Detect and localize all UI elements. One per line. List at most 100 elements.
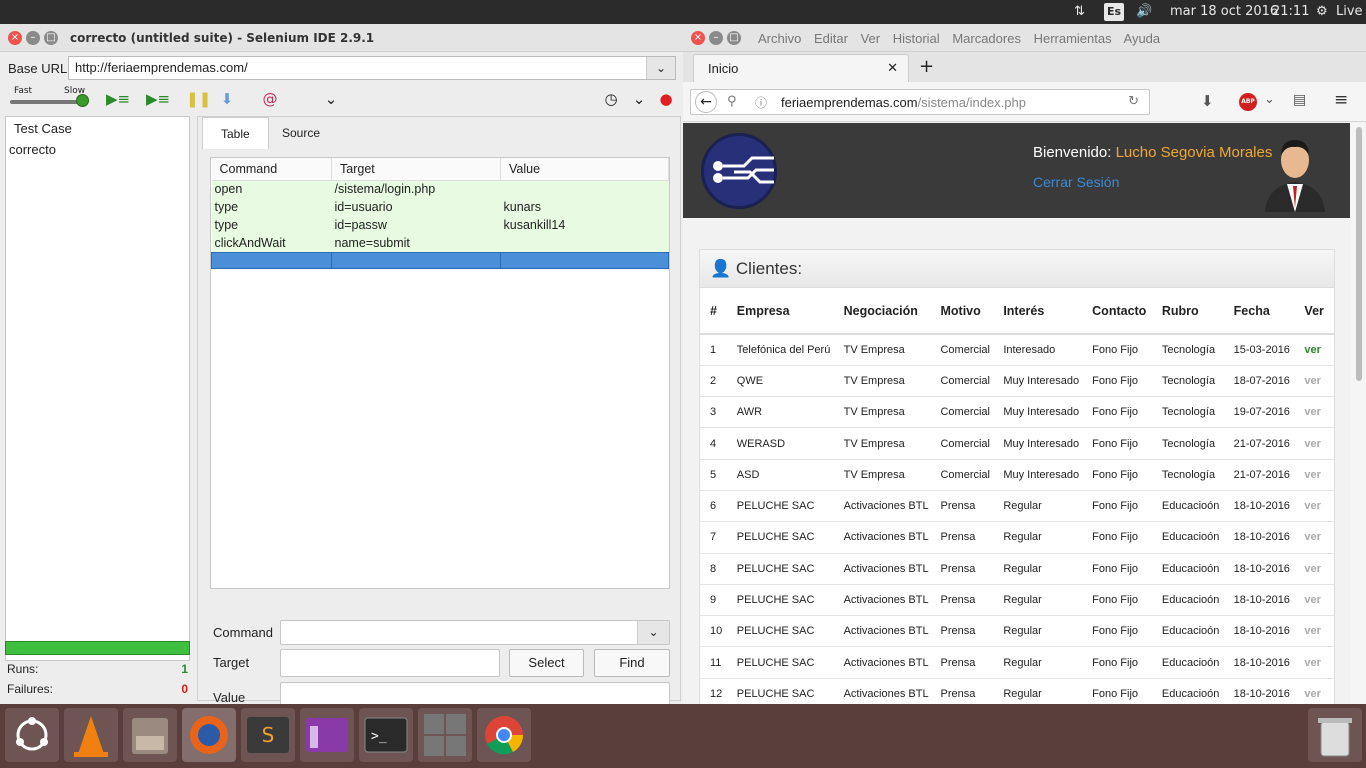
purple-window-icon (306, 718, 348, 752)
files-icon[interactable] (123, 708, 177, 762)
menu-historial[interactable]: Historial (893, 31, 940, 46)
firefox-icon[interactable] (182, 708, 236, 762)
select-button[interactable]: Select (509, 649, 584, 677)
value-input[interactable] (280, 682, 670, 704)
row-number: 5 (700, 458, 727, 491)
column-header: Fecha (1223, 288, 1295, 335)
panel-header: 👤 Clientes: (700, 250, 1334, 288)
ver-link[interactable]: ver (1294, 552, 1334, 585)
time-label[interactable]: 21:11 (1272, 3, 1309, 21)
scrollbar[interactable] (1352, 123, 1366, 704)
svg-text:>_: >_ (371, 729, 387, 744)
menu-ver[interactable]: Ver (861, 31, 881, 46)
play-test-icon[interactable]: ▶≡ (146, 90, 170, 108)
session-label[interactable]: Live (1336, 3, 1363, 21)
chevron-down-icon[interactable]: ⌄ (630, 90, 648, 108)
pause-icon[interactable]: ❚❚ (186, 90, 211, 108)
close-icon[interactable]: × (691, 31, 705, 45)
empresa-cell: PELUCHE SAC (726, 677, 834, 704)
network-icon[interactable]: ⇅ (1074, 3, 1085, 21)
menu-archivo[interactable]: Archivo (758, 31, 801, 46)
tab-source[interactable]: Source (264, 117, 338, 149)
test-case-item[interactable]: correcto (6, 140, 189, 159)
ver-link[interactable]: ver (1294, 615, 1334, 647)
close-icon[interactable]: × (8, 31, 22, 45)
workspaces-icon[interactable] (418, 708, 472, 762)
info-icon[interactable]: ⓘ (755, 94, 767, 111)
maximize-icon[interactable]: □ (727, 31, 741, 45)
ver-link[interactable]: ver (1294, 364, 1334, 397)
table-row[interactable]: open /sistema/login.php (211, 180, 669, 198)
chrome-icon[interactable] (477, 708, 531, 762)
tab-table[interactable]: Table (202, 117, 269, 149)
play-suite-icon[interactable]: ▶≡ (106, 90, 130, 108)
top-panel: ⇅ Es 🔊 mar 18 oct 2016 21:11 ⚙ Live (0, 0, 1366, 24)
trash-icon[interactable] (1308, 708, 1362, 762)
speed-slider-handle[interactable] (76, 94, 89, 107)
keyboard-layout-indicator[interactable]: Es (1104, 3, 1125, 21)
site-logo[interactable] (701, 133, 777, 209)
maximize-icon[interactable]: □ (44, 31, 58, 45)
ver-link[interactable]: ver (1294, 646, 1334, 679)
menu-editar[interactable]: Editar (814, 31, 848, 46)
chevron-down-icon[interactable]: ⌄ (646, 57, 675, 79)
adblock-icon[interactable]: ABP (1239, 93, 1257, 111)
minimize-icon[interactable]: – (26, 31, 40, 45)
terminal-icon[interactable]: >_ (359, 708, 413, 762)
chevron-down-icon[interactable]: ⌄ (322, 90, 340, 108)
volume-icon[interactable]: 🔊 (1136, 3, 1152, 21)
ver-link[interactable]: ver (1294, 489, 1334, 522)
ver-link[interactable]: ver (1294, 396, 1334, 428)
scrollbar-thumb[interactable] (1356, 127, 1362, 381)
url-bar[interactable]: ← ⚲ ⓘ feriaemprendemas.com/sistema/index… (690, 89, 1150, 115)
step-icon[interactable]: ⬇ (218, 90, 236, 108)
contacto-cell: Fono Fijo (1082, 458, 1152, 491)
table-row-selected[interactable] (211, 251, 669, 269)
menu-ayuda[interactable]: Ayuda (1124, 31, 1161, 46)
minimize-icon[interactable]: – (709, 31, 723, 45)
menu-herramientas[interactable]: Herramientas (1034, 31, 1112, 46)
new-tab-icon[interactable]: + (919, 56, 934, 77)
extension-icon[interactable]: ▤ (1293, 92, 1306, 108)
column-header-command[interactable]: Command (211, 158, 332, 181)
chevron-down-icon[interactable]: ⌄ (1264, 92, 1275, 107)
speed-slider[interactable] (10, 100, 86, 104)
ver-link[interactable]: ver (1294, 521, 1334, 554)
reload-icon[interactable]: ↻ (1128, 94, 1139, 109)
table-row[interactable]: type id=passw kusankill14 (211, 216, 669, 234)
back-icon[interactable]: ← (695, 91, 717, 113)
rollup-icon[interactable]: @ (261, 90, 279, 108)
browser-tab[interactable]: Inicio ✕ (693, 54, 909, 82)
download-icon[interactable]: ⬇ (1201, 92, 1214, 110)
column-header-value[interactable]: Value (500, 158, 669, 181)
find-button[interactable]: Find (594, 649, 670, 677)
table-row[interactable]: type id=usuario kunars (211, 198, 669, 216)
record-icon[interactable]: ● (657, 90, 675, 108)
sublime-icon[interactable]: S (241, 708, 295, 762)
ubuntu-icon[interactable] (5, 708, 59, 762)
value-cell: kusankill14 (500, 216, 669, 234)
menu-marcadores[interactable]: Marcadores (952, 31, 1021, 46)
command-input[interactable]: ⌄ (280, 620, 670, 645)
base-url-input[interactable]: http://feriaemprendemas.com/ (68, 56, 676, 80)
ver-link[interactable]: ver (1294, 427, 1334, 460)
url-text[interactable]: feriaemprendemas.com/sistema/index.php (781, 95, 1026, 110)
close-tab-icon[interactable]: ✕ (887, 60, 898, 76)
ver-link[interactable]: ver (1294, 583, 1334, 616)
search-icon[interactable]: ⚲ (727, 94, 737, 109)
gear-icon[interactable]: ⚙ (1316, 3, 1328, 21)
ver-link[interactable]: ver (1294, 458, 1334, 491)
clock-icon[interactable]: ◷ (602, 90, 620, 108)
circuit-logo-icon (713, 156, 774, 184)
logout-link[interactable]: Cerrar Sesión (1033, 174, 1119, 190)
table-row[interactable]: clickAndWait name=submit (211, 234, 669, 252)
ver-link[interactable]: ver (1294, 677, 1334, 704)
column-header-target[interactable]: Target (331, 158, 501, 181)
chevron-down-icon[interactable]: ⌄ (637, 621, 669, 644)
hamburger-menu-icon[interactable]: ≡ (1334, 90, 1348, 110)
target-input[interactable] (280, 649, 500, 677)
vlc-icon[interactable] (64, 708, 118, 762)
date-label[interactable]: mar 18 oct 2016 (1170, 3, 1278, 21)
app-icon[interactable] (300, 708, 354, 762)
ver-link[interactable]: ver (1294, 333, 1334, 366)
